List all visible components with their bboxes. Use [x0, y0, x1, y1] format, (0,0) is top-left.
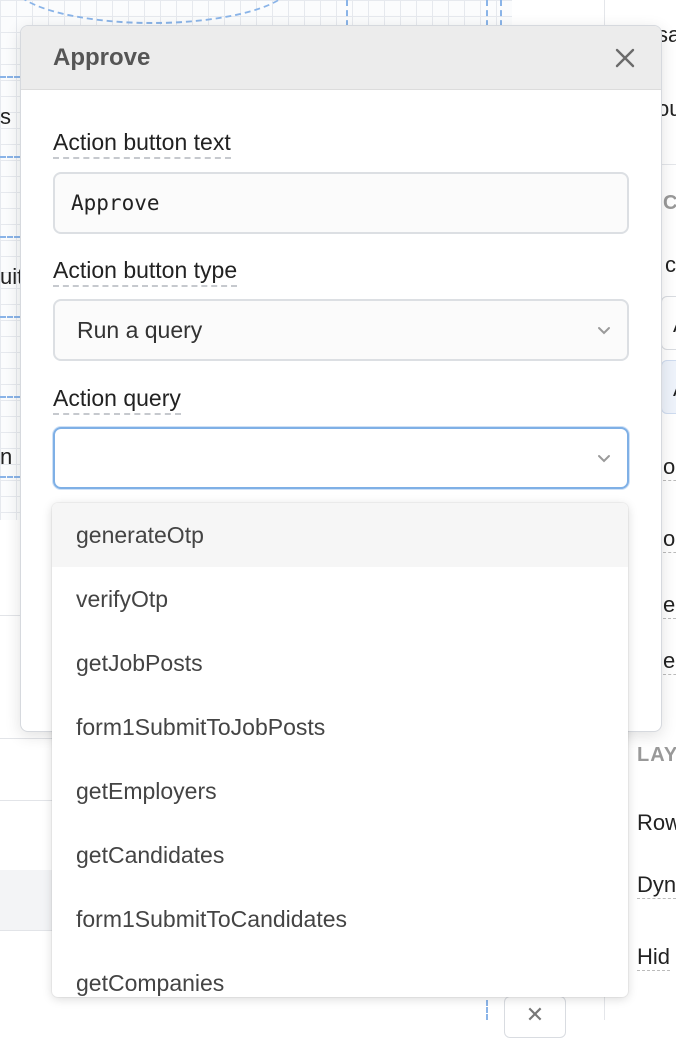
dropdown-option[interactable]: getCandidates — [52, 823, 628, 887]
dropdown-option[interactable]: verifyOtp — [52, 567, 628, 631]
inspector-divider — [661, 164, 676, 165]
canvas-guide-tick — [0, 316, 20, 318]
chevron-down-icon — [598, 455, 610, 463]
canvas-guide-arc — [10, 0, 294, 24]
inspector-clipped-text: ec — [663, 592, 676, 619]
action-query-select[interactable] — [53, 427, 629, 489]
background-close-button[interactable]: ✕ — [504, 996, 566, 1038]
inspector-clipped-text: Hid — [637, 944, 671, 971]
dropdown-option[interactable]: getEmployers — [52, 759, 628, 823]
canvas-guide-tick — [0, 396, 20, 398]
dropdown-option[interactable]: form1SubmitToJobPosts — [52, 695, 628, 759]
dropdown-option[interactable]: getJobPosts — [52, 631, 628, 695]
canvas-guide-tick — [0, 476, 20, 478]
close-icon — [615, 48, 635, 67]
inspector-section-header: CT — [663, 192, 676, 215]
canvas-clipped-text: s — [0, 104, 11, 129]
inspector-clipped-text: Dyn — [637, 872, 676, 899]
dropdown-option[interactable]: getCompanies — [52, 951, 628, 997]
modal-header: Approve — [21, 26, 661, 90]
canvas-guide-line — [486, 1000, 488, 1020]
chevron-down-icon — [598, 327, 610, 335]
action-button-text-input[interactable] — [53, 172, 629, 234]
inspector-section-header: LAY — [637, 744, 676, 766]
inspector-clipped-text: ct — [665, 252, 676, 277]
action-button-text-label: Action button text — [53, 128, 231, 159]
modal-title: Approve — [53, 43, 151, 71]
inspector-clipped-text: olu — [663, 526, 676, 553]
inspector-clipped-text: olu — [663, 454, 676, 481]
action-button-type-label: Action button type — [53, 256, 238, 287]
canvas-guide-tick — [0, 236, 20, 238]
action-button-type-value: Run a query — [77, 316, 203, 343]
canvas-guide-tick — [0, 76, 20, 78]
inspector-clipped-text: Row — [637, 810, 676, 835]
action-query-dropdown: generateOtp verifyOtp getJobPosts form1S… — [52, 503, 628, 997]
dropdown-option[interactable]: generateOtp — [52, 503, 628, 567]
action-button-type-select[interactable]: Run a query — [53, 299, 629, 361]
dropdown-option[interactable]: form1SubmitToCandidates — [52, 887, 628, 951]
close-button[interactable] — [611, 44, 639, 72]
action-query-label: Action query — [53, 384, 181, 415]
inspector-clipped-text: ele — [663, 648, 676, 675]
canvas-guide-tick — [0, 156, 20, 158]
canvas-clipped-text: n — [0, 444, 13, 469]
